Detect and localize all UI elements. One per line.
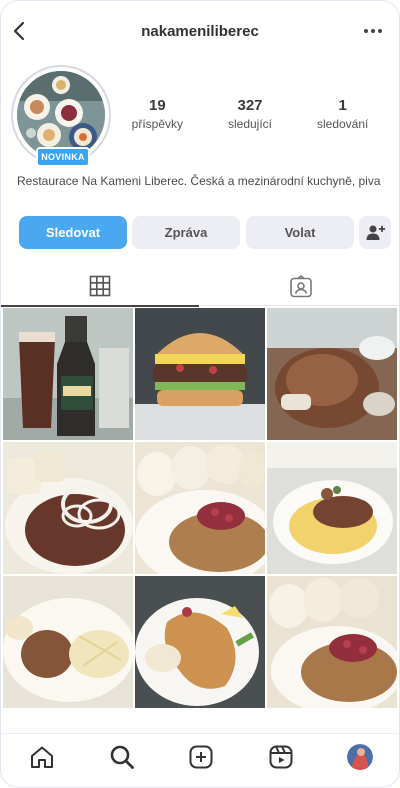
stat-following-label: sledování <box>316 117 369 131</box>
grid-icon <box>89 275 111 297</box>
grid-post[interactable] <box>3 576 133 708</box>
avatar-food-photo <box>17 71 105 159</box>
tab-grid[interactable] <box>1 267 199 307</box>
profile-username: nakameniliberec <box>141 23 259 40</box>
grid-post[interactable] <box>3 308 133 440</box>
profile-stats: 19 příspěvky 327 sledující 1 sledování <box>111 97 389 137</box>
search-icon[interactable] <box>109 744 135 770</box>
stat-posts-value: 19 <box>148 97 166 114</box>
grid-post[interactable] <box>267 576 397 708</box>
message-button[interactable]: Zpráva <box>132 216 240 249</box>
call-button[interactable]: Volat <box>246 216 354 249</box>
new-badge: NOVINKA <box>36 147 90 167</box>
home-icon[interactable] <box>29 744 55 770</box>
bottom-navigation <box>1 733 399 784</box>
stat-followers-label: sledující <box>227 117 273 131</box>
grid-post[interactable] <box>135 576 265 708</box>
grid-post[interactable] <box>135 442 265 574</box>
tab-tagged[interactable] <box>201 267 399 306</box>
profile-actions: Sledovat Zpráva Volat <box>19 216 391 250</box>
suggested-users-button[interactable] <box>359 216 391 249</box>
stat-followers[interactable]: 327 sledující <box>204 97 297 137</box>
phone-frame: nakameniliberec NOVINKA 19 příspěvky 327… <box>0 0 400 788</box>
profile-bio: Restaurace Na Kameni Liberec. Česká a me… <box>17 174 381 188</box>
profile-tabs <box>1 267 399 307</box>
grid-post[interactable] <box>267 308 397 440</box>
profile-avatar <box>17 71 105 159</box>
posts-grid <box>3 308 399 708</box>
add-user-icon <box>366 225 385 240</box>
more-options-icon[interactable] <box>361 21 385 41</box>
profile-tab-avatar[interactable] <box>347 744 373 770</box>
stat-following-value: 1 <box>338 97 347 114</box>
follow-button[interactable]: Sledovat <box>19 216 127 249</box>
grid-post[interactable] <box>267 442 397 574</box>
top-bar: nakameniliberec <box>1 1 399 59</box>
reels-icon[interactable] <box>268 744 294 770</box>
user-avatar-icon <box>347 744 373 770</box>
stat-following[interactable]: 1 sledování <box>296 97 389 137</box>
grid-post[interactable] <box>3 442 133 574</box>
stat-followers-value: 327 <box>237 97 263 114</box>
grid-post[interactable] <box>135 308 265 440</box>
tagged-icon <box>290 275 312 298</box>
create-post-icon[interactable] <box>188 744 214 770</box>
stat-posts-label: příspěvky <box>131 117 184 131</box>
stat-posts[interactable]: 19 příspěvky <box>111 97 204 137</box>
